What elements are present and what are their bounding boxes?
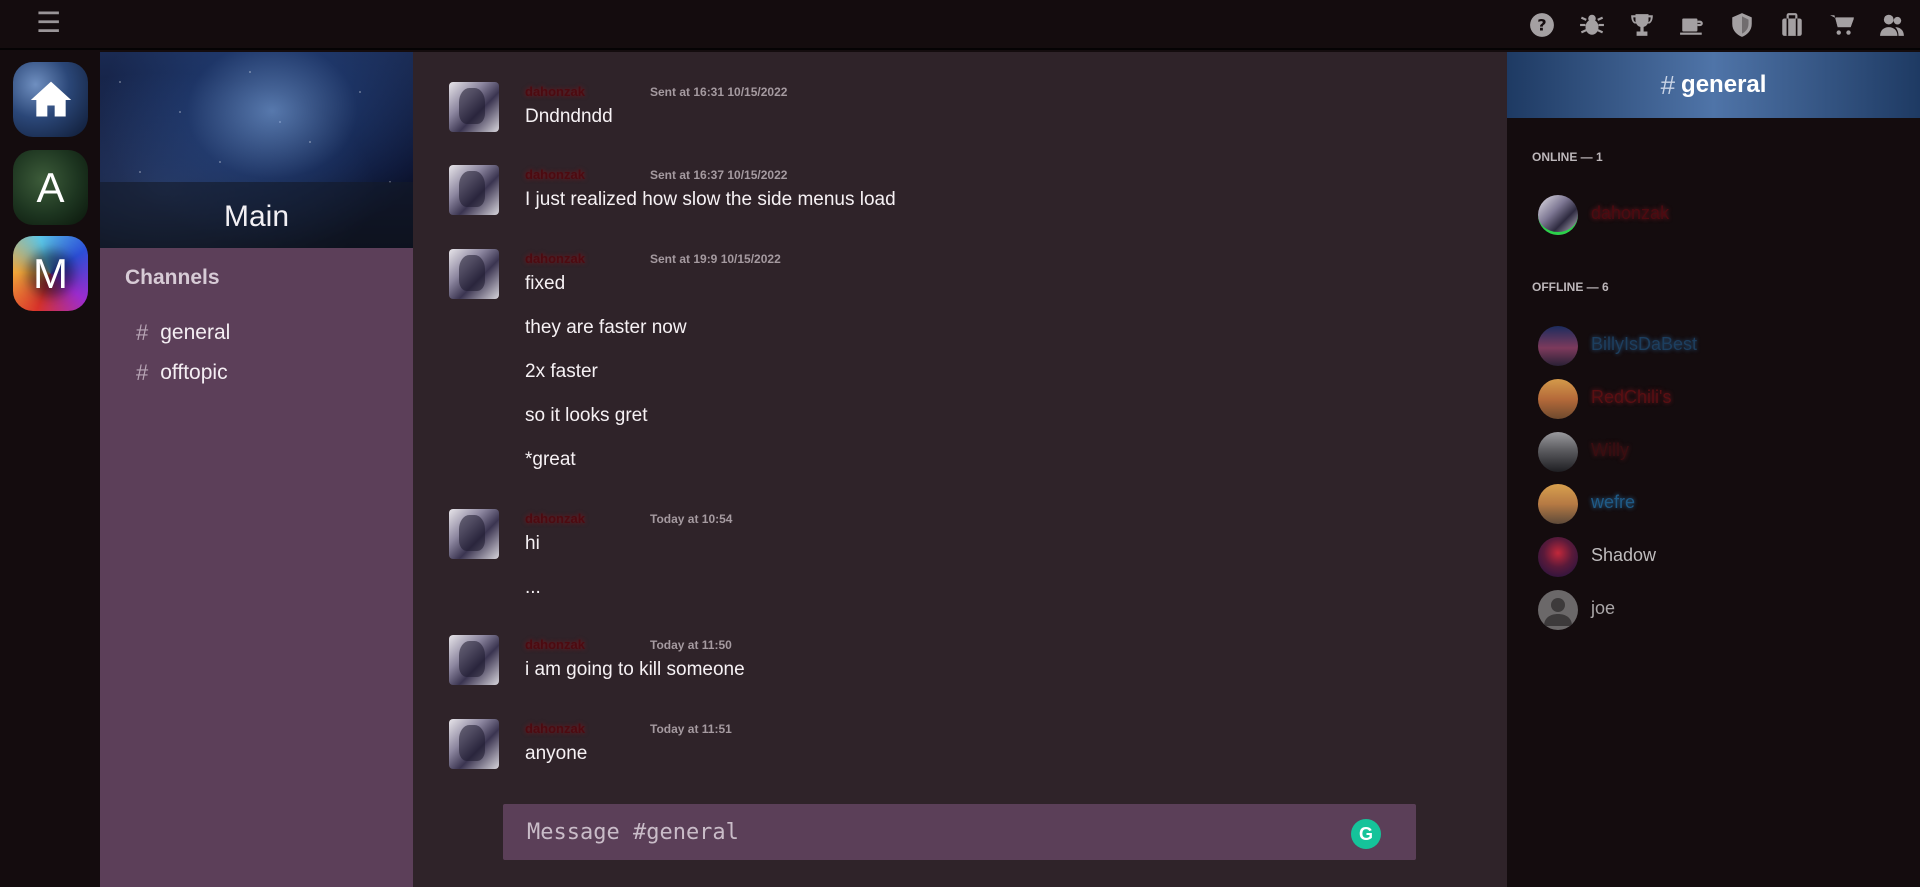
member-name: dahonzak — [1591, 203, 1670, 223]
top-toolbar: ? — [1528, 11, 1906, 39]
avatar[interactable] — [449, 509, 499, 559]
member-panel: # general ONLINE — 1 dahonzak OFFLINE — … — [1507, 52, 1920, 887]
server-m-label: M — [33, 249, 68, 297]
message-username[interactable]: dahonzak — [525, 84, 585, 99]
member-name: Willy — [1591, 440, 1629, 460]
avatar[interactable] — [449, 165, 499, 215]
member-name: Shadow — [1591, 545, 1657, 565]
hash-icon: # — [136, 320, 149, 345]
message-username[interactable]: dahonzak — [525, 167, 585, 182]
message-group: dahonzak Sent at 19:9 10/15/2022 fixed t… — [449, 249, 1449, 479]
top-bar: ☰ ? — [0, 0, 1920, 50]
channel-sidebar: Main Channels # general # offtopic — [100, 52, 413, 887]
svg-text:?: ? — [1537, 15, 1546, 34]
member-item[interactable]: wefre — [1538, 484, 1898, 524]
message-text: they are faster now — [525, 317, 687, 338]
help-icon[interactable]: ? — [1528, 11, 1556, 39]
message-timestamp: Today at 10:54 — [650, 512, 733, 526]
server-m-button[interactable]: M — [13, 236, 88, 311]
message-text: anyone — [525, 743, 588, 764]
server-name: Main — [223, 200, 290, 233]
server-banner: Main — [100, 52, 413, 248]
server-a-button[interactable]: A — [13, 150, 88, 225]
member-item[interactable]: Willy — [1538, 432, 1898, 472]
member-item[interactable]: RedChili's — [1538, 379, 1898, 419]
hamburger-icon[interactable]: ☰ — [36, 8, 61, 38]
message-text: I just realized how slow the side menus … — [525, 189, 896, 210]
message-text: ... — [525, 577, 541, 598]
channel-title: general — [1681, 71, 1767, 98]
channel-header: # general — [1507, 52, 1920, 118]
member-item[interactable]: joe — [1538, 590, 1898, 630]
briefcase-icon[interactable] — [1778, 11, 1806, 39]
coffee-icon[interactable] — [1678, 11, 1706, 39]
message-username[interactable]: dahonzak — [525, 721, 585, 736]
default-user-icon — [1544, 598, 1572, 626]
message-text: 2x faster — [525, 361, 598, 382]
message-text: hi — [525, 533, 540, 554]
channel-general[interactable]: # general — [136, 320, 230, 346]
avatar — [1538, 326, 1578, 366]
message-username[interactable]: dahonzak — [525, 511, 585, 526]
channels-heading: Channels — [125, 266, 220, 289]
message-text: Dndndndd — [525, 106, 613, 127]
hash-icon: # — [1660, 69, 1676, 100]
shield-icon[interactable] — [1728, 11, 1756, 39]
trophy-icon[interactable] — [1628, 11, 1656, 39]
bug-icon[interactable] — [1578, 11, 1606, 39]
member-name: wefre — [1591, 492, 1636, 512]
message-timestamp: Today at 11:50 — [650, 638, 732, 652]
grammarly-icon[interactable]: G — [1351, 819, 1381, 849]
hash-icon: # — [136, 360, 149, 385]
server-home-button[interactable] — [13, 62, 88, 137]
member-name: RedChili's — [1591, 387, 1672, 407]
member-item[interactable]: dahonzak — [1538, 195, 1898, 235]
message-text: fixed — [525, 273, 566, 294]
member-name: BillyIsDaBest — [1591, 334, 1698, 354]
member-name: joe — [1591, 598, 1616, 618]
message-group: dahonzak Today at 11:50 i am going to ki… — [449, 635, 1449, 695]
message-group: dahonzak Sent at 16:31 10/15/2022 Dndndn… — [449, 82, 1449, 142]
message-text: so it looks gret — [525, 405, 648, 426]
member-item[interactable]: Shadow — [1538, 537, 1898, 577]
home-icon — [30, 81, 71, 116]
message-username[interactable]: dahonzak — [525, 251, 585, 266]
message-timestamp: Sent at 16:31 10/15/2022 — [650, 85, 788, 99]
message-group: dahonzak Today at 11:51 anyone — [449, 719, 1449, 779]
message-timestamp: Sent at 16:37 10/15/2022 — [650, 168, 788, 182]
server-a-label: A — [36, 163, 65, 211]
avatar — [1538, 590, 1578, 630]
server-rail: A M — [0, 52, 100, 887]
message-text: *great — [525, 449, 576, 470]
users-icon[interactable] — [1878, 11, 1906, 39]
online-section-label: ONLINE — 1 — [1532, 150, 1603, 164]
message-group: dahonzak Sent at 16:37 10/15/2022 I just… — [449, 165, 1449, 225]
avatar[interactable] — [449, 82, 499, 132]
message-timestamp: Today at 11:51 — [650, 722, 732, 736]
message-username[interactable]: dahonzak — [525, 637, 585, 652]
avatar — [1538, 484, 1578, 524]
avatar[interactable] — [449, 635, 499, 685]
channel-label: general — [160, 321, 231, 344]
message-timestamp: Sent at 19:9 10/15/2022 — [650, 252, 781, 266]
avatar[interactable] — [449, 249, 499, 299]
avatar — [1538, 379, 1578, 419]
avatar — [1538, 432, 1578, 472]
avatar[interactable] — [449, 719, 499, 769]
member-item[interactable]: BillyIsDaBest — [1538, 326, 1898, 366]
online-status-indicator — [1538, 195, 1578, 235]
message-composer: G — [503, 804, 1416, 860]
cart-icon[interactable] — [1828, 11, 1856, 39]
message-input[interactable] — [503, 804, 1363, 860]
chat-area: dahonzak Sent at 16:31 10/15/2022 Dndndn… — [413, 52, 1507, 887]
channel-offtopic[interactable]: # offtopic — [136, 360, 228, 386]
channel-label: offtopic — [160, 361, 228, 384]
message-text: i am going to kill someone — [525, 659, 745, 680]
offline-section-label: OFFLINE — 6 — [1532, 280, 1609, 294]
message-group: dahonzak Today at 10:54 hi ... — [449, 509, 1449, 609]
avatar — [1538, 537, 1578, 577]
